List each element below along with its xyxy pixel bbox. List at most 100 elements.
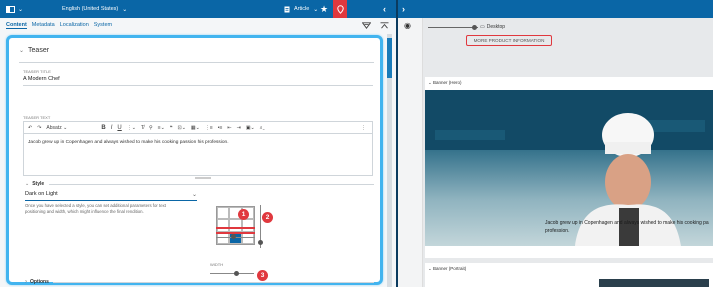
style-section-header[interactable]: ⌄ Style [25, 181, 44, 187]
palette-icon[interactable]: ◉ [404, 21, 411, 30]
indent-icon[interactable]: ⇥ [237, 125, 241, 131]
teaser-section-title: Teaser [28, 47, 50, 54]
editor-tabs: Content Metadata Localization System [6, 22, 112, 29]
style-select[interactable]: Dark on Light ⌄ [25, 191, 197, 201]
document-type-label: Article [294, 6, 310, 12]
redo-icon[interactable]: ↷ [37, 125, 41, 131]
teaser-section-header[interactable]: ⌄ Teaser [19, 47, 49, 54]
sidebar-toggle-icon[interactable]: ⌄ [6, 0, 23, 18]
editor-toolbar: ↶ ↷ Absatz ⌄ B I U ⋮⌄ T̸ ⚲ ≡⌄ ❝ ⊡⌄ ▦⌄ ⋮≡… [24, 122, 372, 134]
style-select-value: Dark on Light [25, 191, 58, 197]
chevron-down-icon: ⌄ [313, 6, 319, 13]
width-slider-track[interactable] [210, 273, 254, 274]
horizontal-position-marker [216, 232, 255, 234]
divider [49, 184, 374, 185]
teaser-panel: ⌄ Teaser TEASER TITLE A Modern Chef TEAS… [6, 35, 383, 285]
chevron-right-icon: › [25, 279, 27, 285]
portrait-banner-title: ⌄ Banner (Portrait) [428, 266, 467, 271]
expand-right-icon[interactable]: › [402, 0, 405, 18]
width-label: WIDTH [210, 262, 224, 267]
image-icon[interactable]: ▣⌄ [246, 125, 255, 131]
align-icon[interactable]: ≡⌄ [158, 125, 165, 131]
badge-3: 3 [257, 270, 268, 281]
device-label: Desktop [486, 24, 506, 30]
text-position-grid[interactable] [216, 206, 255, 245]
tab-content[interactable]: Content [6, 22, 27, 29]
document-icon [284, 6, 290, 12]
more-product-information-button[interactable]: MORE PRODUCT INFORMATION [466, 35, 552, 46]
style-help-text: Once you have selected a style, you can … [25, 203, 166, 214]
viewport-slider-handle[interactable] [472, 25, 477, 30]
bold-icon[interactable]: B [101, 125, 105, 131]
blockquote-icon[interactable]: ❝ [170, 125, 173, 131]
options-label: Options [30, 279, 49, 285]
language-label: English (United States) [62, 6, 119, 12]
viewport-slider-track[interactable] [428, 27, 478, 28]
hero-banner-card: ⌄ Banner (Hero) Jacob grew up in Copenha… [425, 77, 713, 258]
document-type-selector[interactable]: Article ⌄ [284, 0, 318, 18]
language-selector[interactable]: English (United States) ⌄ [62, 0, 127, 18]
horizontal-position-marker [216, 227, 255, 229]
divider [53, 282, 374, 283]
chevron-down-icon: ⌄ [191, 192, 197, 198]
link-icon[interactable]: ⚲ [149, 125, 153, 131]
portrait-banner-title-text: Banner (Portrait) [433, 266, 467, 271]
hero-banner-image[interactable]: Jacob grew up in Copenhagen and always w… [425, 90, 713, 246]
options-section-header[interactable]: › Options [25, 279, 49, 285]
monitor-icon: ▭ [480, 24, 485, 30]
top-bar: ⌄ English (United States) ⌄ Article ⌄ ★ … [0, 0, 713, 18]
clear-format-icon[interactable]: T̸ [141, 125, 144, 131]
width-slider-handle[interactable] [234, 271, 239, 276]
badge-1: 1 [238, 209, 249, 220]
preview-pane: ◉ ▭ Desktop MORE PRODUCT INFORMATION ⌄ B… [398, 18, 713, 287]
star-icon[interactable]: ★ [320, 0, 328, 18]
chevron-down-icon: ⌄ [18, 6, 24, 13]
italic-icon[interactable]: I [111, 125, 113, 131]
chevron-down-icon: ⌄ [25, 181, 30, 187]
pin-button[interactable] [333, 0, 347, 18]
grid-cell[interactable] [217, 207, 230, 220]
collapse-left-icon[interactable]: ‹ [383, 0, 386, 18]
portrait-banner-card: ⌄ Banner (Portrait) [425, 263, 713, 287]
scroll-to-top-icon[interactable] [380, 20, 389, 30]
scrollbar-thumb[interactable] [387, 38, 392, 78]
more-options-icon[interactable]: ⋮ [361, 125, 366, 131]
badge-2: 2 [262, 212, 273, 223]
chevron-down-icon: ⌄ [122, 6, 128, 13]
chevron-down-icon: ⌄ [19, 48, 25, 54]
content-editor: Content Metadata Localization System ⌄ T… [0, 18, 396, 287]
format-select-value: Absatz [46, 124, 62, 131]
rich-text-editor[interactable]: ↶ ↷ Absatz ⌄ B I U ⋮⌄ T̸ ⚲ ≡⌄ ❝ ⊡⌄ ▦⌄ ⋮≡… [23, 121, 373, 176]
bulleted-list-icon[interactable]: •≡ [218, 125, 223, 131]
undo-icon[interactable]: ↶ [28, 125, 32, 131]
horizontal-slider-handle[interactable] [231, 234, 236, 239]
search-icon[interactable]: ⌕⌄ [260, 125, 265, 131]
portrait-banner-image[interactable] [599, 279, 709, 287]
grid-cell[interactable] [217, 219, 230, 232]
embed-icon[interactable]: ⊡⌄ [178, 125, 186, 131]
format-select[interactable]: Absatz ⌄ [46, 125, 96, 131]
underline-icon[interactable]: U [117, 125, 121, 131]
numbered-list-icon[interactable]: ⋮≡ [205, 125, 213, 131]
divider [19, 62, 374, 63]
preview-toolbar: ◉ [398, 18, 423, 287]
grid-cell[interactable] [229, 219, 242, 232]
outdent-icon[interactable]: ⇤ [227, 125, 231, 131]
teaser-text-content[interactable]: Jacob grew up in Copenhagen and always w… [28, 140, 229, 145]
teaser-title-label: TEASER TITLE [23, 69, 51, 74]
hero-banner-title-text: Banner (Hero) [433, 80, 462, 85]
tab-system[interactable]: System [94, 22, 112, 29]
more-text-styles-icon[interactable]: ⋮⌄ [127, 125, 136, 131]
table-icon[interactable]: ▦⌄ [191, 125, 200, 131]
grid-cell[interactable] [241, 219, 254, 232]
editor-resize-handle[interactable] [195, 177, 211, 179]
teaser-text-label: TEASER TEXT [23, 115, 51, 120]
vertical-slider-handle[interactable] [258, 240, 263, 245]
tab-localization[interactable]: Localization [60, 22, 89, 29]
teaser-title-input[interactable]: A Modern Chef [23, 76, 60, 82]
collapse-all-icon[interactable] [362, 20, 371, 30]
hero-banner-title: ⌄ Banner (Hero) [428, 80, 462, 85]
tab-metadata[interactable]: Metadata [32, 22, 55, 29]
device-indicator[interactable]: ▭ Desktop [480, 24, 505, 30]
location-pin-icon [336, 4, 344, 14]
